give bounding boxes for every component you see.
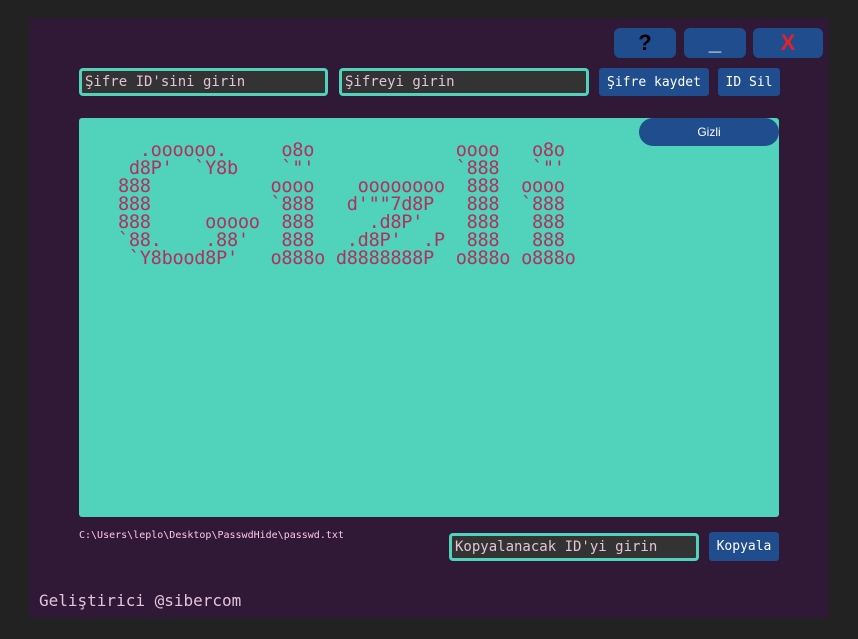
file-path-label: C:\Users\leplo\Desktop\PasswdHide\passwd… bbox=[79, 530, 344, 541]
minimize-button[interactable]: _ bbox=[684, 28, 746, 58]
delete-id-button[interactable]: ID Sil bbox=[718, 68, 780, 96]
app-window: ? _ X Şifre ID'sini girin Şifreyi girin … bbox=[29, 18, 829, 618]
close-button[interactable]: X bbox=[753, 28, 823, 58]
hide-toggle-button[interactable]: Gizli bbox=[639, 118, 779, 146]
copy-button[interactable]: Kopyala bbox=[709, 532, 779, 561]
help-button[interactable]: ? bbox=[614, 28, 676, 58]
ascii-art-text: .oooooo. o8o oooo o8o d8P' `Y8b `"' `888… bbox=[118, 140, 576, 269]
copy-id-input[interactable]: Kopyalanacak ID'yi girin bbox=[449, 533, 699, 561]
password-display-panel: .oooooo. o8o oooo o8o d8P' `Y8b `"' `888… bbox=[79, 118, 779, 517]
developer-credit: Geliştirici @sibercom bbox=[39, 591, 242, 610]
close-icon: X bbox=[780, 30, 796, 55]
save-password-button[interactable]: Şifre kaydet bbox=[599, 68, 709, 96]
password-id-input[interactable]: Şifre ID'sini girin bbox=[79, 68, 328, 96]
minimize-icon: _ bbox=[708, 30, 722, 55]
password-input[interactable]: Şifreyi girin bbox=[339, 68, 589, 96]
help-icon: ? bbox=[638, 30, 652, 55]
